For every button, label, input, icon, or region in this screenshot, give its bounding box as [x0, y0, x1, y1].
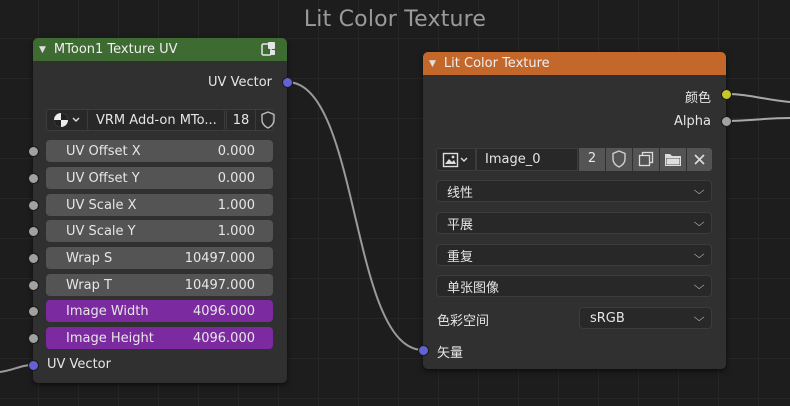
field-value: 4096.000 — [192, 303, 255, 319]
node-group-icon[interactable] — [260, 41, 277, 62]
link-uv-to-vector — [286, 81, 424, 351]
chevron-down-icon: ⌵ — [693, 248, 705, 261]
node-group-datablock[interactable]: VRM Add-on MTo... 18 — [46, 109, 276, 133]
field-value: 1.000 — [217, 223, 255, 239]
socket-image-width[interactable] — [28, 306, 39, 317]
source-value: 单张图像 — [447, 280, 500, 296]
open-file-button[interactable] — [660, 148, 686, 171]
user-count: 2 — [587, 151, 597, 166]
datablock-users[interactable]: 18 — [226, 109, 256, 131]
socket-color-out[interactable] — [721, 89, 732, 100]
node-header[interactable]: ▼ MToon1 Texture UV — [33, 38, 287, 61]
field-value: 4096.000 — [192, 330, 255, 346]
interpolation-value: 线性 — [447, 185, 474, 201]
collapse-triangle-icon[interactable]: ▼ — [429, 59, 436, 69]
folder-icon — [664, 152, 682, 171]
node-mtoon-texture-uv[interactable]: ▼ MToon1 Texture UV UV Vector VRM Add-on… — [33, 38, 287, 383]
image-browse-button[interactable] — [436, 148, 476, 171]
field-label: UV Scale Y — [66, 223, 136, 239]
chevron-down-icon: ⌵ — [693, 311, 705, 324]
field-image-width[interactable]: Image Width 4096.000 — [46, 300, 273, 322]
user-count: 18 — [232, 113, 250, 128]
socket-uv-scale-x[interactable] — [28, 200, 39, 211]
chevron-down-icon: ⌵ — [693, 279, 705, 292]
color-space-dropdown[interactable]: sRGB ⌵ — [579, 307, 712, 329]
projection-dropdown[interactable]: 平展 ⌵ — [436, 212, 712, 234]
socket-wrap-s[interactable] — [28, 253, 39, 264]
datablock-name: VRM Add-on MTo... — [96, 113, 217, 128]
field-uv-scale-x[interactable]: UV Scale X 1.000 — [46, 194, 273, 216]
image-users[interactable]: 2 — [579, 148, 605, 171]
field-value: 1.000 — [217, 197, 255, 213]
image-icon — [442, 152, 472, 172]
field-value: 0.000 — [217, 143, 255, 159]
image-datablock[interactable]: Image_0 2 — [436, 148, 712, 171]
node-tree-icon[interactable] — [53, 112, 83, 128]
field-label: Wrap S — [66, 250, 113, 266]
socket-uv-scale-y[interactable] — [28, 226, 39, 237]
field-wrap-t[interactable]: Wrap T 10497.000 — [46, 274, 273, 296]
socket-uv-vector-out[interactable] — [282, 77, 293, 88]
fake-user-shield-icon — [611, 150, 627, 172]
projection-value: 平展 — [447, 217, 474, 233]
socket-uv-offset-y[interactable] — [28, 173, 39, 184]
output-label-color: 颜色 — [684, 91, 711, 106]
extension-dropdown[interactable]: 重复 ⌵ — [436, 244, 712, 266]
color-space-label: 色彩空间 — [437, 314, 490, 329]
socket-wrap-t[interactable] — [28, 280, 39, 291]
field-value: 0.000 — [217, 170, 255, 186]
chevron-down-icon: ⌵ — [693, 184, 705, 197]
image-name-field[interactable]: Image_0 — [476, 148, 578, 171]
socket-uv-vector-in[interactable] — [28, 360, 39, 371]
field-label: UV Offset Y — [66, 170, 140, 186]
field-wrap-s[interactable]: Wrap S 10497.000 — [46, 247, 273, 269]
socket-vector-in[interactable] — [418, 345, 429, 356]
output-label-uv-vector: UV Vector — [208, 75, 272, 90]
socket-uv-offset-x[interactable] — [28, 146, 39, 157]
color-space-value: sRGB — [590, 310, 625, 326]
output-label-alpha: Alpha — [674, 114, 711, 129]
link-alpha-out — [725, 117, 790, 122]
socket-image-height[interactable] — [28, 333, 39, 344]
field-label: Wrap T — [66, 277, 112, 293]
field-uv-offset-y[interactable]: UV Offset Y 0.000 — [46, 167, 273, 189]
duplicate-button[interactable] — [633, 148, 659, 171]
extension-value: 重复 — [447, 249, 474, 265]
node-title: MToon1 Texture UV — [53, 42, 178, 57]
node-lit-color-texture[interactable]: ▼ Lit Color Texture 颜色 Alpha Image_0 2 线… — [423, 52, 726, 369]
unlink-button[interactable] — [687, 148, 712, 171]
datablock-name-field[interactable]: VRM Add-on MTo... — [87, 109, 225, 131]
collapse-triangle-icon[interactable]: ▼ — [39, 45, 46, 55]
field-image-height[interactable]: Image Height 4096.000 — [46, 327, 273, 349]
field-label: UV Offset X — [66, 143, 141, 159]
field-label: Image Width — [66, 303, 149, 319]
field-value: 10497.000 — [184, 277, 255, 293]
close-icon — [693, 153, 706, 170]
socket-alpha-out[interactable] — [721, 116, 732, 127]
field-uv-offset-x[interactable]: UV Offset X 0.000 — [46, 140, 273, 162]
field-label: UV Scale X — [66, 197, 137, 213]
fake-user-shield-icon[interactable] — [260, 111, 276, 133]
interpolation-dropdown[interactable]: 线性 ⌵ — [436, 180, 712, 202]
field-uv-scale-y[interactable]: UV Scale Y 1.000 — [46, 220, 273, 242]
duplicate-icon — [638, 151, 654, 171]
node-header[interactable]: ▼ Lit Color Texture — [423, 52, 726, 75]
link-color-out — [725, 93, 790, 103]
chevron-down-icon: ⌵ — [693, 216, 705, 229]
source-dropdown[interactable]: 单张图像 ⌵ — [436, 275, 712, 297]
fake-user-button[interactable] — [606, 148, 632, 171]
input-label-vector: 矢量 — [437, 346, 464, 361]
image-name: Image_0 — [485, 152, 541, 167]
input-label-uv-vector: UV Vector — [47, 357, 111, 372]
field-label: Image Height — [66, 330, 154, 346]
node-title: Lit Color Texture — [443, 56, 550, 71]
field-value: 10497.000 — [184, 250, 255, 266]
